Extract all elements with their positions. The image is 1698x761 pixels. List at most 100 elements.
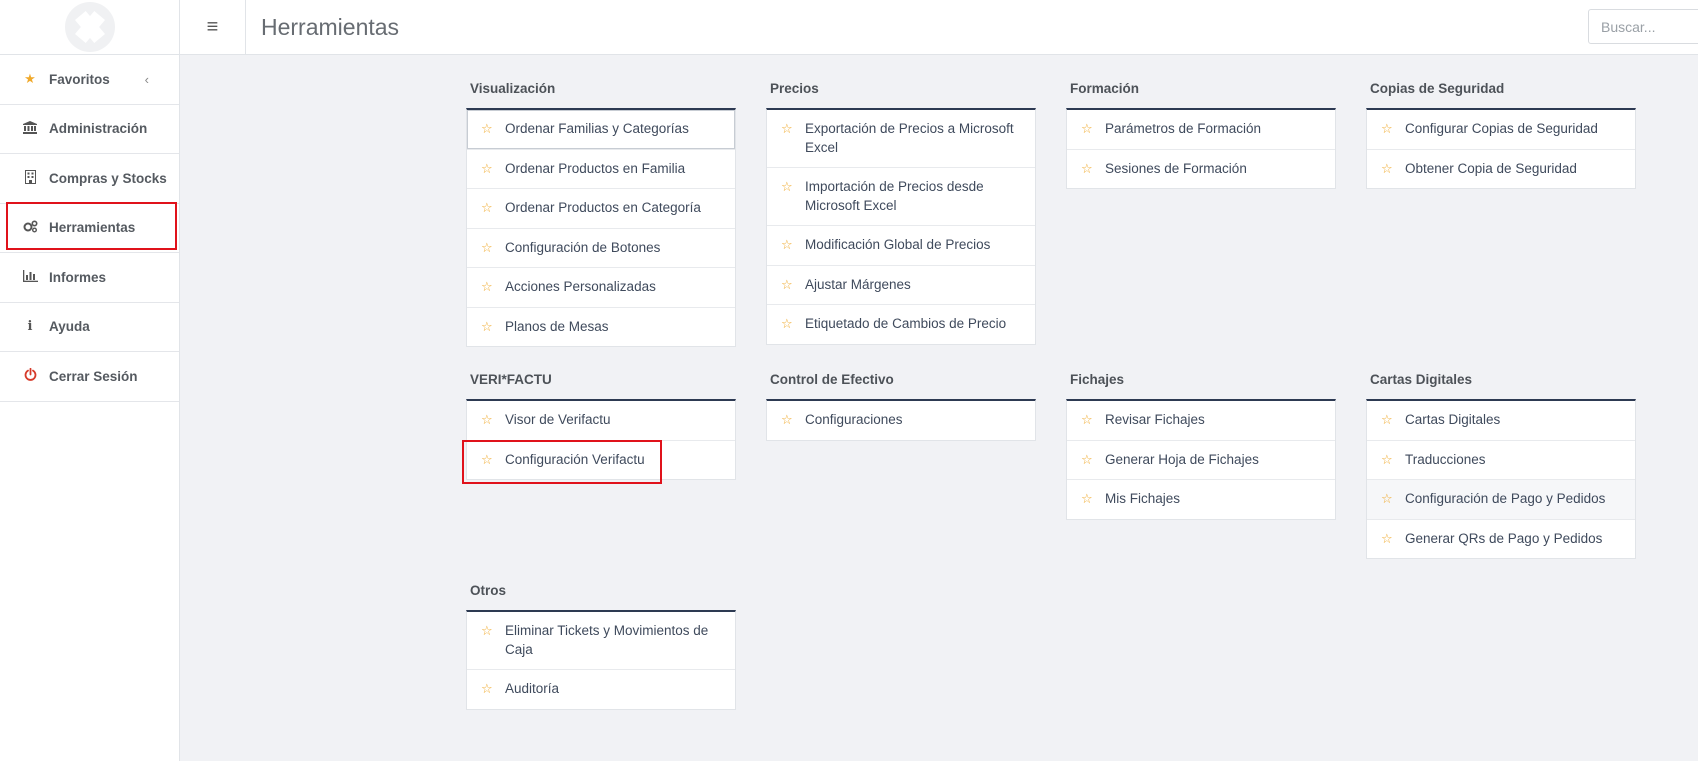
sidebar-item-favoritos[interactable]: ★ Favoritos ‹ (0, 55, 179, 105)
top-header: ≡ Herramientas (180, 0, 1698, 55)
list-item-label: Revisar Fichajes (1105, 412, 1205, 427)
list-item[interactable]: ☆ Configuración Verifactu (467, 441, 735, 480)
gears-icon (22, 220, 38, 236)
list-item[interactable]: ☆ Generar Hoja de Fichajes (1067, 441, 1335, 480)
star-outline-icon[interactable]: ☆ (481, 160, 505, 179)
star-outline-icon[interactable]: ☆ (781, 276, 805, 295)
list-item[interactable]: ☆ Configuración de Botones (467, 229, 735, 268)
section-list: ☆ Parámetros de Formación ☆ Sesiones de Fo… (1066, 108, 1336, 189)
star-outline-icon[interactable]: ☆ (481, 680, 505, 699)
section-title: Copias de Seguridad (1370, 81, 1505, 96)
list-item[interactable]: ☆ Configuraciones (767, 401, 1035, 440)
sidebar-item-informes[interactable]: Informes (0, 253, 179, 303)
logo-area (0, 0, 179, 55)
star-outline-icon[interactable]: ☆ (481, 411, 505, 430)
list-item[interactable]: ☆ Sesiones de Formación (1067, 150, 1335, 189)
sidebar-item-cerrar-sesion[interactable]: Cerrar Sesión (0, 352, 179, 402)
star-outline-icon[interactable]: ☆ (781, 178, 805, 197)
star-outline-icon[interactable]: ☆ (481, 278, 505, 297)
section-verifactu: VERI*FACTU ☆ Visor de Verifactu ☆ Configur… (466, 371, 736, 480)
sidebar-item-label: Favoritos (49, 71, 110, 87)
list-item-label: Exportación de Precios a Microsoft Excel (805, 121, 1014, 155)
list-item[interactable]: ☆ Configuración de Pago y Pedidos (1367, 480, 1635, 520)
star-outline-icon[interactable]: ☆ (781, 120, 805, 139)
power-icon (22, 368, 38, 384)
list-item-label: Generar Hoja de Fichajes (1105, 451, 1259, 467)
list-item[interactable]: ☆ Ordenar Productos en Categoría (467, 189, 735, 229)
section-list: ☆ Eliminar Tickets y Movimientos de Caja … (466, 610, 736, 710)
list-item[interactable]: ☆ Eliminar Tickets y Movimientos de Caja (467, 612, 735, 670)
list-item[interactable]: ☆ Ordenar Productos en Familia (467, 150, 735, 189)
section-list: ☆ Revisar Fichajes ☆ Generar Hoja de Ficha… (1066, 399, 1336, 520)
star-outline-icon[interactable]: ☆ (481, 451, 505, 470)
star-outline-icon[interactable]: ☆ (481, 239, 505, 258)
search-input[interactable] (1588, 9, 1698, 44)
star-outline-icon[interactable]: ☆ (1081, 490, 1105, 509)
list-item[interactable]: ☆ Exportación de Precios a Microsoft Exce… (767, 110, 1035, 168)
section-title: Otros (470, 583, 507, 598)
section-list: ☆ Configurar Copias de Seguridad ☆ Obtener… (1366, 108, 1636, 189)
star-outline-icon[interactable]: ☆ (1381, 120, 1405, 139)
list-item-label: Configurar Copias de Seguridad (1405, 121, 1598, 136)
list-item[interactable]: ☆ Etiquetado de Cambios de Precio (767, 305, 1035, 344)
list-item[interactable]: ☆ Ordenar Familias y Categorías (467, 110, 735, 150)
list-item[interactable]: ☆ Auditoría (467, 670, 735, 709)
star-outline-icon[interactable]: ☆ (1381, 451, 1405, 470)
star-outline-icon[interactable]: ☆ (1081, 160, 1105, 179)
section-list: ☆ Cartas Digitales ☆ Traducciones ☆ Configu… (1366, 399, 1636, 559)
list-item-label: Ordenar Familias y Categorías (505, 121, 689, 136)
star-outline-icon[interactable]: ☆ (781, 315, 805, 334)
list-item[interactable]: ☆ Ajustar Márgenes (767, 266, 1035, 305)
hamburger-menu-icon[interactable]: ≡ (180, 0, 246, 55)
sidebar-item-ayuda[interactable]: i Ayuda (0, 303, 179, 352)
list-item[interactable]: ☆ Importación de Precios desde Microsoft … (767, 168, 1035, 226)
sidebar-item-administracion[interactable]: Administración (0, 105, 179, 154)
list-item[interactable]: ☆ Traducciones (1367, 441, 1635, 480)
star-outline-icon[interactable]: ☆ (781, 411, 805, 430)
list-item-label: Obtener Copia de Seguridad (1405, 160, 1577, 176)
star-outline-icon[interactable]: ☆ (1381, 411, 1405, 430)
list-item-label: Traducciones (1405, 451, 1486, 467)
list-item-label: Configuración Verifactu (505, 451, 645, 467)
list-item-label: Configuraciones (805, 412, 903, 427)
list-item[interactable]: ☆ Mis Fichajes (1067, 480, 1335, 519)
list-item[interactable]: ☆ Acciones Personalizadas (467, 268, 735, 308)
star-outline-icon[interactable]: ☆ (1381, 530, 1405, 549)
star-outline-icon[interactable]: ☆ (781, 236, 805, 255)
list-item[interactable]: ☆ Obtener Copia de Seguridad (1367, 150, 1635, 189)
list-item-label: Sesiones de Formación (1105, 160, 1247, 176)
list-item-label: Generar QRs de Pago y Pedidos (1405, 530, 1603, 546)
star-outline-icon[interactable]: ☆ (481, 622, 505, 641)
building-icon (22, 169, 38, 187)
star-outline-icon[interactable]: ☆ (1081, 411, 1105, 430)
list-item[interactable]: ☆ Visor de Verifactu (467, 401, 735, 441)
star-outline-icon[interactable]: ☆ (481, 120, 505, 139)
list-item-label: Etiquetado de Cambios de Precio (805, 316, 1007, 331)
star-outline-icon[interactable]: ☆ (1381, 160, 1405, 179)
app-logo[interactable] (64, 2, 115, 52)
list-item-label: Ordenar Productos en Familia (505, 160, 686, 176)
star-outline-icon[interactable]: ☆ (481, 199, 505, 218)
list-item-label: Acciones Personalizadas (505, 279, 656, 294)
star-outline-icon[interactable]: ☆ (481, 318, 505, 337)
sidebar-item-label: Administración (49, 121, 148, 137)
star-outline-icon[interactable]: ☆ (1081, 120, 1105, 139)
list-item-label: Ordenar Productos en Categoría (505, 200, 701, 215)
list-item[interactable]: ☆ Modificación Global de Precios (767, 226, 1035, 266)
sidebar-item-compras-y-stocks[interactable]: Compras y Stocks (0, 154, 179, 204)
section-title: Visualización (470, 81, 556, 96)
list-item-label: Cartas Digitales (1405, 412, 1501, 427)
list-item[interactable]: ☆ Generar QRs de Pago y Pedidos (1367, 520, 1635, 559)
list-item[interactable]: ☆ Planos de Mesas (467, 308, 735, 347)
star-outline-icon[interactable]: ☆ (1081, 451, 1105, 470)
star-outline-icon[interactable]: ☆ (1381, 490, 1405, 509)
section-title: Control de Efectivo (770, 372, 894, 387)
list-item[interactable]: ☆ Revisar Fichajes (1067, 401, 1335, 441)
list-item[interactable]: ☆ Configurar Copias de Seguridad (1367, 110, 1635, 150)
list-item[interactable]: ☆ Cartas Digitales (1367, 401, 1635, 441)
bank-icon (22, 120, 38, 137)
list-item[interactable]: ☆ Parámetros de Formación (1067, 110, 1335, 150)
list-item-label: Ajustar Márgenes (805, 276, 911, 292)
list-item-label: Configuración de Pago y Pedidos (1405, 491, 1606, 506)
sidebar-item-herramientas[interactable]: Herramientas (0, 204, 179, 253)
